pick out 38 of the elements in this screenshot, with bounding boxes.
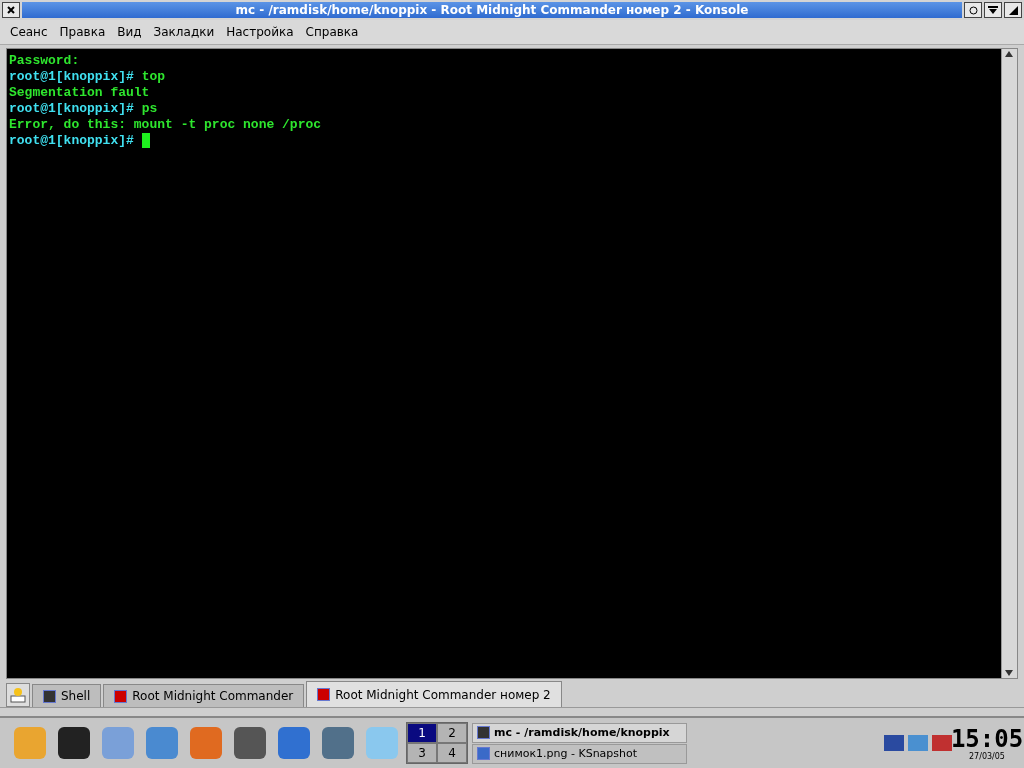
scrollbar[interactable] bbox=[1001, 49, 1017, 678]
maximize-icon bbox=[1008, 5, 1018, 15]
minimize-icon bbox=[988, 6, 998, 14]
menu-item[interactable]: Вид bbox=[111, 25, 148, 39]
menu-item[interactable]: Настройка bbox=[220, 25, 300, 39]
sticky-button[interactable] bbox=[964, 2, 982, 18]
terminal-output: Password: bbox=[9, 53, 80, 69]
close-icon bbox=[7, 6, 15, 14]
session-tab[interactable]: Shell bbox=[32, 684, 102, 707]
terminal-command: top bbox=[140, 69, 166, 85]
shell-prompt: root@1[knoppix]# bbox=[9, 69, 134, 85]
clock-time[interactable]: 15:05 bbox=[950, 725, 1024, 752]
maximize-button[interactable] bbox=[1004, 2, 1022, 18]
taskbar-item[interactable]: снимок1.png - KSnapshot bbox=[472, 743, 687, 764]
clock-date: 27/03/05 bbox=[969, 751, 1005, 761]
terminal-command: ps bbox=[140, 101, 158, 117]
menu-item[interactable]: Справка bbox=[299, 25, 365, 39]
scroll-down-icon bbox=[1002, 668, 1016, 678]
session-tab[interactable]: Root Midnight Commander bbox=[103, 684, 305, 707]
shell-prompt: root@1[knoppix]# bbox=[9, 101, 134, 117]
circle-icon bbox=[968, 5, 978, 15]
new-session-button[interactable] bbox=[6, 683, 30, 707]
menu-item[interactable]: Закладки bbox=[147, 25, 221, 39]
desktop-pager-button[interactable]: 1 bbox=[407, 723, 437, 743]
window-title: mc - /ramdisk/home/knoppix - Root Midnight Commander номер 2 - Konsole bbox=[22, 2, 962, 18]
menu-item[interactable]: Правка bbox=[53, 25, 112, 39]
terminal-output: Error, do this: mount -t proc none /proc bbox=[9, 117, 322, 133]
close-button[interactable] bbox=[2, 2, 20, 18]
shell-prompt: root@1[knoppix]# bbox=[9, 133, 134, 149]
desktop-pager-button[interactable]: 2 bbox=[437, 723, 467, 743]
scroll-up-icon bbox=[1002, 49, 1016, 59]
menu-item[interactable]: Сеанс bbox=[4, 25, 54, 39]
minimize-button[interactable] bbox=[984, 2, 1002, 18]
desktop-pager-button[interactable]: 3 bbox=[407, 743, 437, 763]
session-tab[interactable]: Root Midnight Commander номер 2 bbox=[306, 681, 562, 707]
desktop-pager-button[interactable]: 4 bbox=[437, 743, 467, 763]
terminal-output: Segmentation fault bbox=[9, 85, 150, 101]
taskbar-item[interactable]: mc - /ramdisk/home/knoppix bbox=[472, 722, 687, 743]
